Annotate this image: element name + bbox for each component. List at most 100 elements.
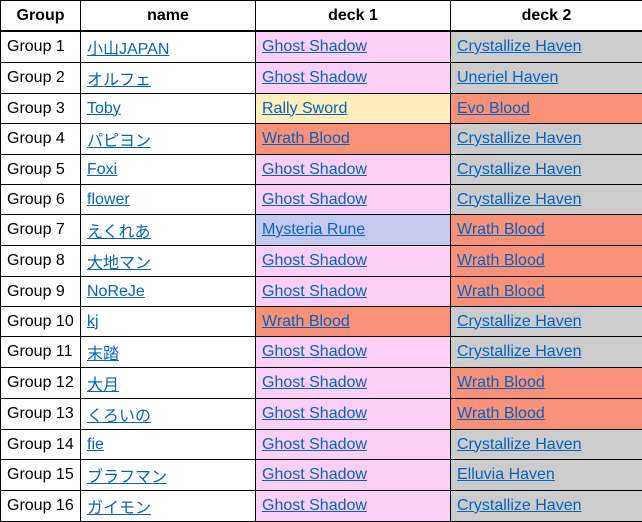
group-cell: Group 1 [1,31,81,63]
deck1-cell: Ghost Shadow [256,185,451,215]
player-link[interactable]: 末踏 [87,346,119,363]
group-cell: Group 9 [1,277,81,307]
deck1-cell: Ghost Shadow [256,155,451,185]
deck-link[interactable]: Wrath Blood [262,130,350,147]
player-link[interactable]: 小山JAPAN [87,41,169,58]
deck-link[interactable]: Uneriel Haven [457,69,558,86]
player-link[interactable]: ブラフマン [87,469,167,486]
deck-link[interactable]: Ghost Shadow [262,69,367,86]
table-body: Group 1 小山JAPAN Ghost Shadow Crystallize Ha… [1,31,642,522]
deck-link[interactable]: Crystallize Haven [457,497,581,514]
deck2-cell: Wrath Blood [451,399,642,430]
deck-link[interactable]: Crystallize Haven [457,161,581,178]
group-cell: Group 4 [1,124,81,155]
player-link[interactable]: Toby [87,100,121,117]
player-link[interactable]: NoReJe [87,283,145,300]
deck1-cell: Ghost Shadow [256,246,451,277]
table-row: Group 13 くろいの Ghost Shadow Wrath Blood [1,399,642,430]
deck-link[interactable]: Wrath Blood [457,252,545,269]
deck-link[interactable]: Rally Sword [262,100,347,117]
deck1-cell: Ghost Shadow [256,460,451,491]
table-row: Group 3TobyRally SwordEvo Blood [1,94,642,124]
header-deck1: deck 1 [256,1,451,32]
group-cell: Group 13 [1,399,81,430]
deck2-cell: Crystallize Haven [451,124,642,155]
table-row: Group 1 小山JAPAN Ghost Shadow Crystallize Ha… [1,31,642,63]
deck-link[interactable]: Ghost Shadow [262,38,367,55]
deck1-cell: Ghost Shadow [256,63,451,94]
deck-link[interactable]: Ghost Shadow [262,405,367,422]
deck2-cell: Crystallize Haven [451,155,642,185]
deck1-cell: Wrath Blood [256,124,451,155]
table-row: Group 6flowerGhost ShadowCrystallize Hav… [1,185,642,215]
group-cell: Group 11 [1,337,81,368]
deck-link[interactable]: Crystallize Haven [457,130,581,147]
deck2-cell: Crystallize Haven [451,337,642,368]
name-cell: くろいの [81,399,256,430]
deck-link[interactable]: Ghost Shadow [262,252,367,269]
player-link[interactable]: えくれあ [87,224,151,241]
table-row: Group 7 えくれあ Mysteria Rune Wrath Blood [1,215,642,246]
deck1-cell: Ghost Shadow [256,337,451,368]
name-cell: ガイモン [81,491,256,522]
deck1-cell: Ghost Shadow [256,430,451,460]
deck-link[interactable]: Ghost Shadow [262,466,367,483]
name-cell: flower [81,185,256,215]
table-row: Group 5 Foxi Ghost Shadow Crystallize Haven [1,155,642,185]
deck-table: Group name deck 1 deck 2 Group 1小山JAPANG… [0,0,642,522]
table-row: Group 12大月Ghost ShadowWrath Blood [1,368,642,399]
deck2-cell: Crystallize Haven [451,491,642,522]
player-link[interactable]: パピヨン [87,133,151,150]
player-link[interactable]: オルフェ [87,72,151,89]
player-link[interactable]: fie [87,436,104,453]
deck-link[interactable]: Crystallize Haven [457,313,581,330]
deck1-cell: Ghost Shadow [256,277,451,307]
deck-link[interactable]: Ghost Shadow [262,283,367,300]
deck-link[interactable]: Wrath Blood [262,313,350,330]
deck-link[interactable]: Crystallize Haven [457,38,581,55]
table-row: Group 16ガイモン Ghost Shadow Crystallize Have… [1,491,642,522]
deck1-cell: Ghost Shadow [256,491,451,522]
deck-link[interactable]: Evo Blood [457,100,530,117]
deck-link[interactable]: Crystallize Haven [457,436,581,453]
table-row: Group 10kjWrath BloodCrystallize Haven [1,307,642,337]
deck2-cell: Crystallize Haven [451,31,642,63]
name-cell: ブラフマン [81,460,256,491]
player-link[interactable]: kj [87,313,99,330]
deck2-cell: Wrath Blood [451,277,642,307]
header-deck2: deck 2 [451,1,642,32]
player-link[interactable]: flower [87,191,130,208]
deck1-cell: Ghost Shadow [256,31,451,63]
deck-link[interactable]: Ghost Shadow [262,374,367,391]
deck-link[interactable]: Mysteria Rune [262,221,365,238]
deck-link[interactable]: Ghost Shadow [262,436,367,453]
group-cell: Group 16 [1,491,81,522]
deck-link[interactable]: Crystallize Haven [457,191,581,208]
name-cell: 大地マン [81,246,256,277]
deck-link[interactable]: Wrath Blood [457,405,545,422]
deck1-cell: Rally Sword [256,94,451,124]
deck2-cell: Uneriel Haven [451,63,642,94]
deck-link[interactable]: Ghost Shadow [262,343,367,360]
name-cell: オルフェ [81,63,256,94]
name-cell: fie [81,430,256,460]
deck-link[interactable]: Crystallize Haven [457,343,581,360]
group-cell: Group 7 [1,215,81,246]
player-link[interactable]: Foxi [87,161,117,178]
deck-link[interactable]: Elluvia Haven [457,466,555,483]
group-cell: Group 5 [1,155,81,185]
deck-link[interactable]: Wrath Blood [457,283,545,300]
group-cell: Group 8 [1,246,81,277]
player-link[interactable]: 大地マン [87,255,151,272]
player-link[interactable]: 大月 [87,377,119,394]
player-link[interactable]: くろいの [87,408,151,425]
deck-link[interactable]: Wrath Blood [457,374,545,391]
deck2-cell: Wrath Blood [451,215,642,246]
deck1-cell: Wrath Blood [256,307,451,337]
deck-link[interactable]: Wrath Blood [457,221,545,238]
deck-link[interactable]: Ghost Shadow [262,161,367,178]
table-row: Group 14fieGhost ShadowCrystallize Haven [1,430,642,460]
deck-link[interactable]: Ghost Shadow [262,497,367,514]
deck2-cell: Crystallize Haven [451,185,642,215]
deck-link[interactable]: Ghost Shadow [262,191,367,208]
